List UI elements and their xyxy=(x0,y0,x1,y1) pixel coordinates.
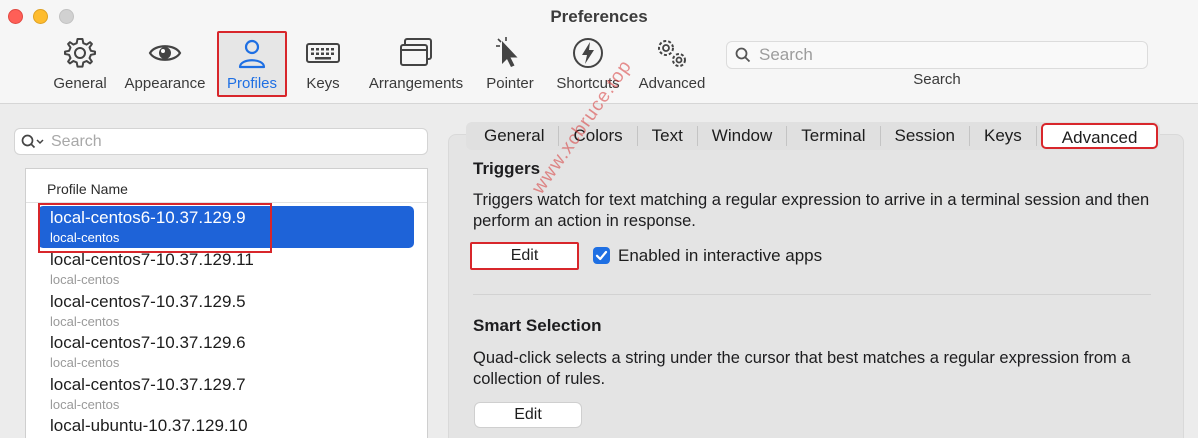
profile-row[interactable]: local-centos7-10.37.129.6 local-centos xyxy=(26,331,427,373)
profile-row[interactable]: local-ubuntu-10.37.129.10 xyxy=(26,414,427,438)
toolbar-search-field[interactable]: Search xyxy=(726,41,1148,69)
tab-text[interactable]: Text xyxy=(638,126,698,146)
toolbar-search-placeholder: Search xyxy=(759,45,813,64)
triggers-title: Triggers xyxy=(473,159,541,178)
profile-row[interactable]: local-centos6-10.37.129.9 local-centos xyxy=(26,206,427,248)
profile-search-field[interactable]: Search xyxy=(14,128,428,155)
cursor-icon xyxy=(496,37,518,67)
toolbar-general[interactable]: General xyxy=(52,36,108,96)
window-stack-icon xyxy=(400,38,432,66)
toolbar-keys[interactable]: Keys xyxy=(303,36,343,96)
toolbar-arrangements[interactable]: Arrangements xyxy=(368,36,464,96)
tab-session[interactable]: Session xyxy=(881,126,970,146)
profile-name: local-centos7-10.37.129.7 xyxy=(50,375,246,394)
profile-row[interactable]: local-centos7-10.37.129.11 local-centos xyxy=(26,248,427,290)
triggers-description: Triggers watch for text matching a regul… xyxy=(473,191,1150,230)
toolbar-profiles[interactable]: Profiles xyxy=(224,36,280,96)
search-icon xyxy=(735,47,751,63)
gears-icon xyxy=(658,40,686,67)
smart-selection-description: Quad-click selects a string under the cu… xyxy=(473,349,1131,388)
toolbar-search-label: Search xyxy=(913,71,961,88)
toolbar-pointer[interactable]: Pointer xyxy=(485,36,535,96)
profile-search-placeholder: Search xyxy=(51,132,102,150)
toolbar-arrangements-label: Arrangements xyxy=(368,75,464,92)
toolbar-general-label: General xyxy=(53,75,107,92)
tab-keys[interactable]: Keys xyxy=(970,126,1037,146)
eye-icon xyxy=(148,45,182,61)
profile-name: local-centos7-10.37.129.11 xyxy=(50,250,254,269)
toolbar-advanced[interactable]: Advanced xyxy=(638,36,706,96)
profile-tag: local-centos xyxy=(50,397,120,412)
profile-name: local-centos7-10.37.129.5 xyxy=(50,292,246,311)
profile-tag: local-centos xyxy=(50,230,120,245)
gear-icon xyxy=(64,38,96,68)
enabled-interactive-apps-checkbox[interactable] xyxy=(593,247,610,264)
toolbar-appearance-label: Appearance xyxy=(124,75,206,92)
toolbar-appearance[interactable]: Appearance xyxy=(124,36,206,96)
search-menu-icon xyxy=(21,134,44,148)
profile-row[interactable]: local-centos7-10.37.129.5 local-centos xyxy=(26,290,427,332)
toolbar-advanced-label: Advanced xyxy=(638,75,706,92)
person-icon xyxy=(238,39,266,69)
smart-selection-title: Smart Selection xyxy=(473,316,602,335)
smart-selection-edit-button[interactable]: Edit xyxy=(474,402,582,428)
checkmark-icon xyxy=(595,250,608,261)
enabled-interactive-apps-label[interactable]: Enabled in interactive apps xyxy=(618,246,822,266)
profile-name: local-centos7-10.37.129.6 xyxy=(50,333,246,352)
keyboard-icon xyxy=(306,43,340,63)
profile-list: Profile Name local-centos6-10.37.129.9 l… xyxy=(25,168,428,438)
bolt-icon xyxy=(573,38,603,68)
window-title: Preferences xyxy=(550,7,648,26)
profile-tag: local-centos xyxy=(50,355,120,370)
toolbar-pointer-label: Pointer xyxy=(486,75,534,92)
tab-terminal[interactable]: Terminal xyxy=(787,126,881,146)
triggers-edit-button[interactable]: Edit xyxy=(470,242,579,270)
section-divider xyxy=(473,294,1151,295)
tab-window[interactable]: Window xyxy=(698,126,788,146)
toolbar-profiles-label: Profiles xyxy=(226,75,278,92)
tab-general[interactable]: General xyxy=(466,126,560,146)
profile-name-column-header[interactable]: Profile Name xyxy=(26,169,427,203)
profile-tag: local-centos xyxy=(50,314,120,329)
tab-advanced[interactable]: Advanced xyxy=(1040,123,1159,149)
profile-tag: local-centos xyxy=(50,272,120,287)
profile-name: local-ubuntu-10.37.129.10 xyxy=(50,416,248,435)
profile-row[interactable]: local-centos7-10.37.129.7 local-centos xyxy=(26,373,427,415)
profile-name: local-centos6-10.37.129.9 xyxy=(50,208,246,227)
toolbar-keys-label: Keys xyxy=(306,75,340,92)
